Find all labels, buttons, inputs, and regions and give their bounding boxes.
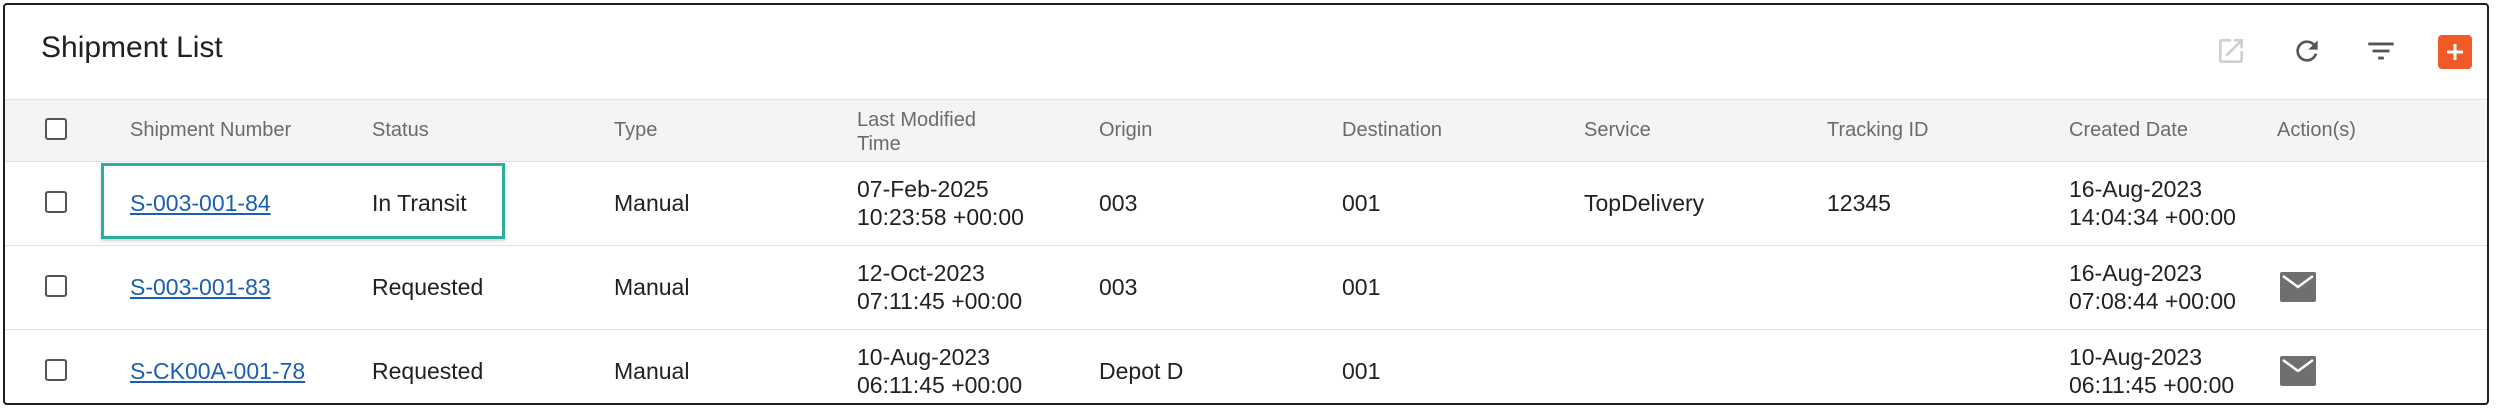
column-header-tracking-id[interactable]: Tracking ID (1827, 118, 1929, 142)
last-modified-date: 10-Aug-2023 (857, 344, 990, 370)
column-header-shipment-number[interactable]: Shipment Number (130, 118, 291, 142)
column-header-destination[interactable]: Destination (1342, 118, 1442, 142)
created-date-cell: 16-Aug-2023 07:08:44 +00:00 (2069, 259, 2236, 315)
page-title: Shipment List (41, 31, 223, 64)
mail-icon (2280, 356, 2316, 386)
created-date: 16-Aug-2023 (2069, 260, 2202, 286)
column-header-status[interactable]: Status (372, 118, 429, 142)
destination-cell: 001 (1342, 358, 1381, 384)
row-checkbox[interactable] (45, 359, 67, 381)
created-date: 10-Aug-2023 (2069, 344, 2202, 370)
column-header-last-modified-line1: Last Modified (857, 109, 976, 131)
column-header-type[interactable]: Type (614, 118, 657, 142)
status-cell: Requested (372, 274, 484, 300)
open-in-new-icon (2219, 39, 2243, 63)
service-cell: TopDelivery (1584, 190, 1705, 216)
row-checkbox[interactable] (45, 191, 67, 213)
created-date: 16-Aug-2023 (2069, 176, 2202, 202)
created-time: 14:04:34 +00:00 (2069, 204, 2236, 230)
created-date-cell: 16-Aug-2023 14:04:34 +00:00 (2069, 175, 2236, 231)
last-modified-date: 12-Oct-2023 (857, 260, 985, 286)
last-modified-time: 06:11:45 +00:00 (857, 372, 1023, 398)
add-shipment-button[interactable] (2438, 35, 2472, 69)
last-modified-cell: 12-Oct-2023 07:11:45 +00:00 (857, 259, 1022, 315)
origin-cell: 003 (1099, 274, 1138, 300)
type-cell: Manual (614, 190, 690, 216)
send-email-button[interactable] (2280, 356, 2316, 386)
refresh-icon (2296, 40, 2318, 62)
shipment-list-panel: Shipment List Shipment Number Status Typ (3, 3, 2489, 405)
origin-cell: Depot D (1099, 358, 1184, 384)
last-modified-time: 07:11:45 +00:00 (857, 288, 1023, 314)
open-in-new-button[interactable] (2211, 31, 2251, 71)
type-cell: Manual (614, 358, 690, 384)
row-checkbox[interactable] (45, 275, 67, 297)
table-header: Shipment Number Status Type Last Modifie… (5, 99, 2487, 162)
shipment-number-link[interactable]: S-CK00A-001-78 (130, 357, 305, 385)
panel-header: Shipment List (5, 5, 2487, 99)
type-cell: Manual (614, 274, 690, 300)
table-row[interactable]: S-CK00A-001-78 Requested Manual 10-Aug-2… (5, 330, 2487, 403)
column-header-origin[interactable]: Origin (1099, 118, 1152, 142)
select-all-checkbox[interactable] (45, 118, 67, 140)
last-modified-date: 07-Feb-2025 (857, 176, 989, 202)
send-email-button[interactable] (2280, 272, 2316, 302)
created-time: 06:11:45 +00:00 (2069, 372, 2235, 398)
refresh-button[interactable] (2287, 31, 2327, 71)
column-header-last-modified[interactable]: Last Modified Time (857, 108, 1007, 156)
mail-icon (2280, 272, 2316, 302)
table-row[interactable]: S-003-001-83 Requested Manual 12-Oct-202… (5, 246, 2487, 330)
created-date-cell: 10-Aug-2023 06:11:45 +00:00 (2069, 343, 2234, 399)
column-header-created-date[interactable]: Created Date (2069, 118, 2188, 142)
shipment-number-link[interactable]: S-003-001-83 (130, 273, 271, 301)
origin-cell: 003 (1099, 190, 1138, 216)
last-modified-time: 10:23:58 +00:00 (857, 204, 1024, 230)
last-modified-cell: 07-Feb-2025 10:23:58 +00:00 (857, 175, 1024, 231)
status-cell: Requested (372, 358, 484, 384)
destination-cell: 001 (1342, 274, 1381, 300)
column-header-service[interactable]: Service (1584, 118, 1651, 142)
filter-icon (2368, 42, 2394, 60)
add-icon (2447, 44, 2463, 60)
created-time: 07:08:44 +00:00 (2069, 288, 2236, 314)
filter-button[interactable] (2361, 31, 2401, 71)
destination-cell: 001 (1342, 190, 1381, 216)
column-header-last-modified-line2: Time (857, 133, 901, 155)
last-modified-cell: 10-Aug-2023 06:11:45 +00:00 (857, 343, 1022, 399)
column-header-actions: Action(s) (2277, 119, 2356, 141)
tracking-id-cell: 12345 (1827, 190, 1891, 216)
highlight-box (101, 163, 505, 239)
